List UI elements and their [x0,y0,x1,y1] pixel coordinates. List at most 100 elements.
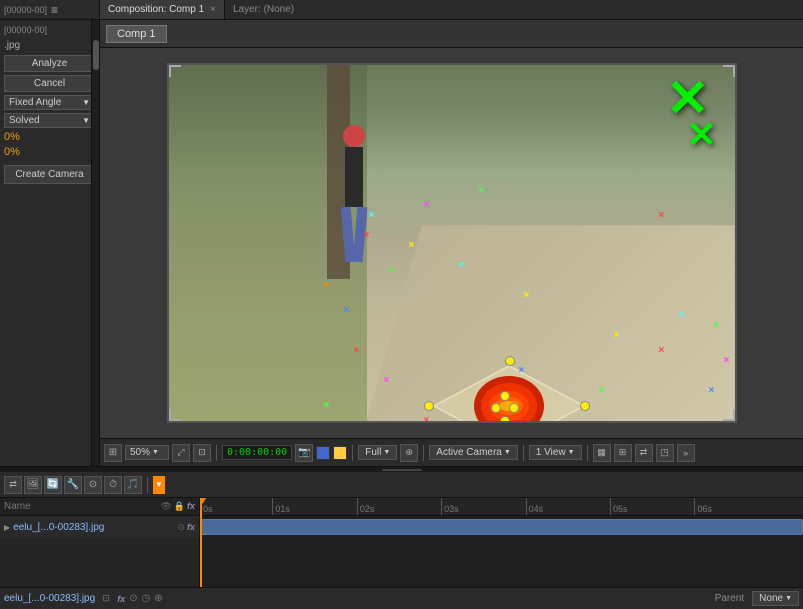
tl-tool-7[interactable]: 🎵 [124,476,142,494]
status-icon-4[interactable]: ⊕ [154,593,162,604]
track-marker-c4: × [679,420,685,423]
track-marker-g3: × [324,400,330,411]
view-count-dropdown[interactable]: 1 View ▼ [529,445,582,460]
status-parent-label: Parent [715,593,744,604]
filename-display: .jpg [4,39,95,52]
layer-icon-fx[interactable]: fx [187,522,195,532]
create-camera-button[interactable]: Create Camera [4,165,95,184]
track-marker-m2: × [384,375,390,386]
status-icon-3[interactable]: ◷ [142,593,151,604]
tl-tool-6[interactable]: ⏱ [104,476,122,494]
solved-dropdown-label: Solved [9,115,40,126]
ruler-3: 03s [441,498,525,515]
tl-tool-5[interactable]: ⊙ [84,476,102,494]
resize-icon2[interactable]: ⊡ [193,444,211,462]
status-icon-2[interactable]: ⊙ [129,593,137,604]
status-icon-1[interactable]: ⊡ [99,592,113,606]
tl-icon-eye[interactable]: 👁 [160,501,171,512]
view-count-label: 1 View [536,447,566,458]
track-marker-y3: × [614,330,620,341]
percent2: 0% [4,146,95,158]
color-swatch-2 [333,446,347,460]
track-marker-y1: × [409,240,415,251]
comp-tab-button[interactable]: Comp 1 [106,25,167,43]
render-icon[interactable]: ⇄ [635,444,653,462]
layer-tab-label: Layer: (None) [233,4,294,15]
left-panel-scrollbar[interactable] [91,20,99,466]
resize-icon1[interactable]: ⤢ [172,444,190,462]
quality-arrow: ▼ [383,449,390,456]
tl-icon-lock[interactable]: 🔒 [174,501,185,512]
timecode-field[interactable]: 0:00:00:00 [222,445,292,460]
video-frame: ✕ ✕ [167,63,737,423]
timeline-layer-row: ▶ eelu_[...0-00283].jpg ⊙ fx [0,516,199,538]
active-camera-dropdown[interactable]: Active Camera ▼ [429,445,518,460]
analyze-button[interactable]: Analyze [4,55,95,72]
channel-icon[interactable]: ⊕ [400,444,418,462]
track-marker-c3: × [679,310,685,321]
track-marker-r1: × [364,230,370,241]
camera-snapshot-icon[interactable]: 📷 [295,444,313,462]
track-marker-b4: × [709,385,715,396]
tl-layer-bar[interactable] [200,519,803,535]
solved-dropdown[interactable]: Solved ▼ [4,113,95,128]
layer-name[interactable]: eelu_[...0-00283].jpg [13,522,104,533]
track-marker-r6: × [659,210,665,221]
comp-tab-row: Comp 1 [100,20,803,48]
tl-tool-3[interactable]: 🔄 [44,476,62,494]
tl-ruler: 0s 01s 02s 03s 04s 05s 06s [200,498,803,516]
track-marker-y2: × [524,290,530,301]
angle-dropdown[interactable]: Fixed Angle ▼ [4,95,95,110]
view-count-arrow: ▼ [568,449,575,456]
zoom-arrow: ▼ [152,449,159,456]
ruler-5: 05s [610,498,694,515]
cancel-button[interactable]: Cancel [4,75,95,92]
zoom-dropdown[interactable]: 50% ▼ [125,445,169,460]
viewer-area: Comp 1 [100,20,803,466]
layer-tab[interactable]: Layer: (None) [225,0,302,19]
timeline-section: ⇄ 🖼 🔄 🔧 ⊙ ⏱ 🎵 ▼ Name 👁 🔒 fx [0,472,803,587]
ruler-1: 01s [272,498,356,515]
track-marker-r4: × [424,415,430,423]
angle-dropdown-label: Fixed Angle [9,97,61,108]
layout-icon1[interactable]: ▦ [593,444,611,462]
track-marker-r2: × [354,345,360,356]
close-tab-icon[interactable]: × [210,4,216,15]
menu-icon[interactable]: ≡ [51,3,58,17]
percent1: 0% [4,131,95,143]
bottom-status-bar: eelu_[...0-00283].jpg ⊡ fx ⊙ ◷ ⊕ Parent … [0,587,803,609]
camera-3d-icon[interactable]: ◳ [656,444,674,462]
left-panel: [00000-00] .jpg Analyze Cancel Fixed Ang… [0,20,100,466]
track-marker-g5: × [599,385,605,396]
layer-icon-solo[interactable]: ⊙ [177,522,185,533]
solved-dropdown-arrow: ▼ [82,116,90,125]
track-marker-o2: × [379,420,385,423]
track-marker-r5: × [659,345,665,356]
status-layer-name: eelu_[...0-00283].jpg [4,593,95,604]
tl-tool-1[interactable]: ⇄ [4,476,22,494]
track-marker-g1: × [389,265,395,276]
tl-playhead-indicator: ▼ [153,476,165,494]
track-marker-b1: × [344,305,350,316]
tl-header-icons: 👁 🔒 fx [160,501,195,512]
extra-icon[interactable]: » [677,444,695,462]
layout-icon2[interactable]: ⊞ [614,444,632,462]
status-icon-fx[interactable]: fx [117,594,125,604]
track-marker-c1: × [369,210,375,221]
grid-icon[interactable]: ⊞ [104,444,122,462]
ruler-0: 0s [200,498,272,515]
parent-dropdown-label: None [759,593,783,604]
zoom-value: 50% [130,447,150,458]
composition-tab[interactable]: Composition: Comp 1 × [100,0,225,19]
parent-dropdown[interactable]: None ▼ [752,591,799,606]
person-silhouette [329,125,379,270]
left-panel-header: [00000-00] ≡ [0,0,100,19]
tl-tool-2[interactable]: 🖼 [24,476,42,494]
track-marker-o1: × [324,280,330,291]
layer-expand-icon[interactable]: ▶ [4,523,10,532]
track-marker-m1: × [424,200,430,211]
tl-tool-4[interactable]: 🔧 [64,476,82,494]
quality-dropdown[interactable]: Full ▼ [358,445,397,460]
tl-name-col: Name [4,501,31,512]
tl-icon-fx[interactable]: fx [187,501,195,512]
